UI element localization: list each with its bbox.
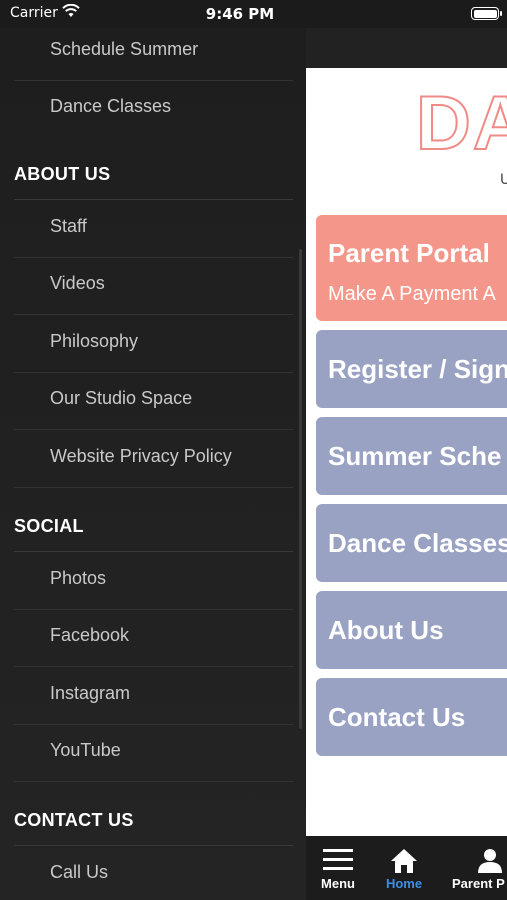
drawer-item-label: Videos [50,273,105,293]
drawer-item-videos[interactable]: Videos [14,258,293,315]
section-heading-label: SOCIAL [14,516,84,536]
studio-logo: DA [415,80,507,167]
tab-label: Parent P [452,876,505,891]
drawer-item-label: Schedule Summer [50,39,199,59]
drawer-item-label: Dance Classes [50,96,172,116]
section-heading-about-us: ABOUT US [14,152,293,200]
battery-icon [471,7,502,20]
section-heading-social: SOCIAL [14,504,293,552]
main-panel: DA U Parent Portal Make A Payment A Regi… [306,24,507,900]
tile-label: Parent Portal [328,238,490,268]
logo-subtitle: U [500,172,507,188]
about-us-button[interactable]: About Us [316,591,507,669]
drawer-item-schedule-summer[interactable]: Schedule Summer [14,24,293,81]
drawer-item-label: Photos [50,568,107,588]
drawer-item-label: Instagram [50,683,131,703]
parent-portal-button[interactable]: Parent Portal Make A Payment A [316,215,507,321]
drawer-item-label: Website Privacy Policy [50,446,232,466]
tab-bar: Menu Home Parent P [306,836,507,900]
drawer-item-youtube[interactable]: YouTube [14,725,293,782]
hamburger-icon [323,849,353,870]
tab-label: Home [385,876,423,891]
tile-label: About Us [328,615,444,645]
drawer-item-label: Staff [50,216,87,236]
tab-parent-portal[interactable]: Parent P [450,836,507,900]
drawer-scrollbar[interactable] [299,249,302,729]
tile-sublabel: Make A Payment A [328,283,496,305]
home-content: DA U Parent Portal Make A Payment A Regi… [306,68,507,836]
tile-label: Summer Sche [328,441,502,471]
home-icon [391,849,417,873]
drawer-item-label: YouTube [50,740,121,760]
summer-schedule-button[interactable]: Summer Sche [316,417,507,495]
side-drawer: Schedule Summer Dance Classes ABOUT US S… [0,24,306,900]
drawer-item-studio-space[interactable]: Our Studio Space [14,373,293,430]
tab-home[interactable]: Home [380,836,428,900]
tab-label: Menu [321,876,355,891]
drawer-item-photos[interactable]: Photos [14,553,293,610]
tile-label: Contact Us [328,702,466,732]
drawer-item-dance-classes[interactable]: Dance Classes [14,81,293,138]
register-button[interactable]: Register / Sign [316,330,507,408]
drawer-item-call-us[interactable]: Call Us [14,847,293,900]
section-heading-label: ABOUT US [14,164,111,184]
drawer-item-privacy-policy[interactable]: Website Privacy Policy [14,431,293,488]
drawer-item-label: Philosophy [50,331,139,351]
tile-label: Dance Classes [328,528,507,558]
drawer-item-philosophy[interactable]: Philosophy [14,316,293,373]
tile-label: Register / Sign [328,354,507,384]
section-heading-label: CONTACT US [14,810,134,830]
drawer-item-facebook[interactable]: Facebook [14,610,293,667]
tab-menu[interactable]: Menu [314,836,362,900]
contact-us-button[interactable]: Contact Us [316,678,507,756]
drawer-item-label: Call Us [50,862,109,882]
section-heading-contact-us: CONTACT US [14,798,293,846]
clock: 9:46 PM [205,5,275,23]
status-bar: Carrier 9:46 PM [0,0,507,28]
drawer-item-label: Facebook [50,625,130,645]
drawer-item-label: Our Studio Space [50,388,193,408]
drawer-item-staff[interactable]: Staff [14,201,293,258]
drawer-item-instagram[interactable]: Instagram [14,668,293,725]
person-icon [478,849,502,873]
dance-classes-button[interactable]: Dance Classes [316,504,507,582]
